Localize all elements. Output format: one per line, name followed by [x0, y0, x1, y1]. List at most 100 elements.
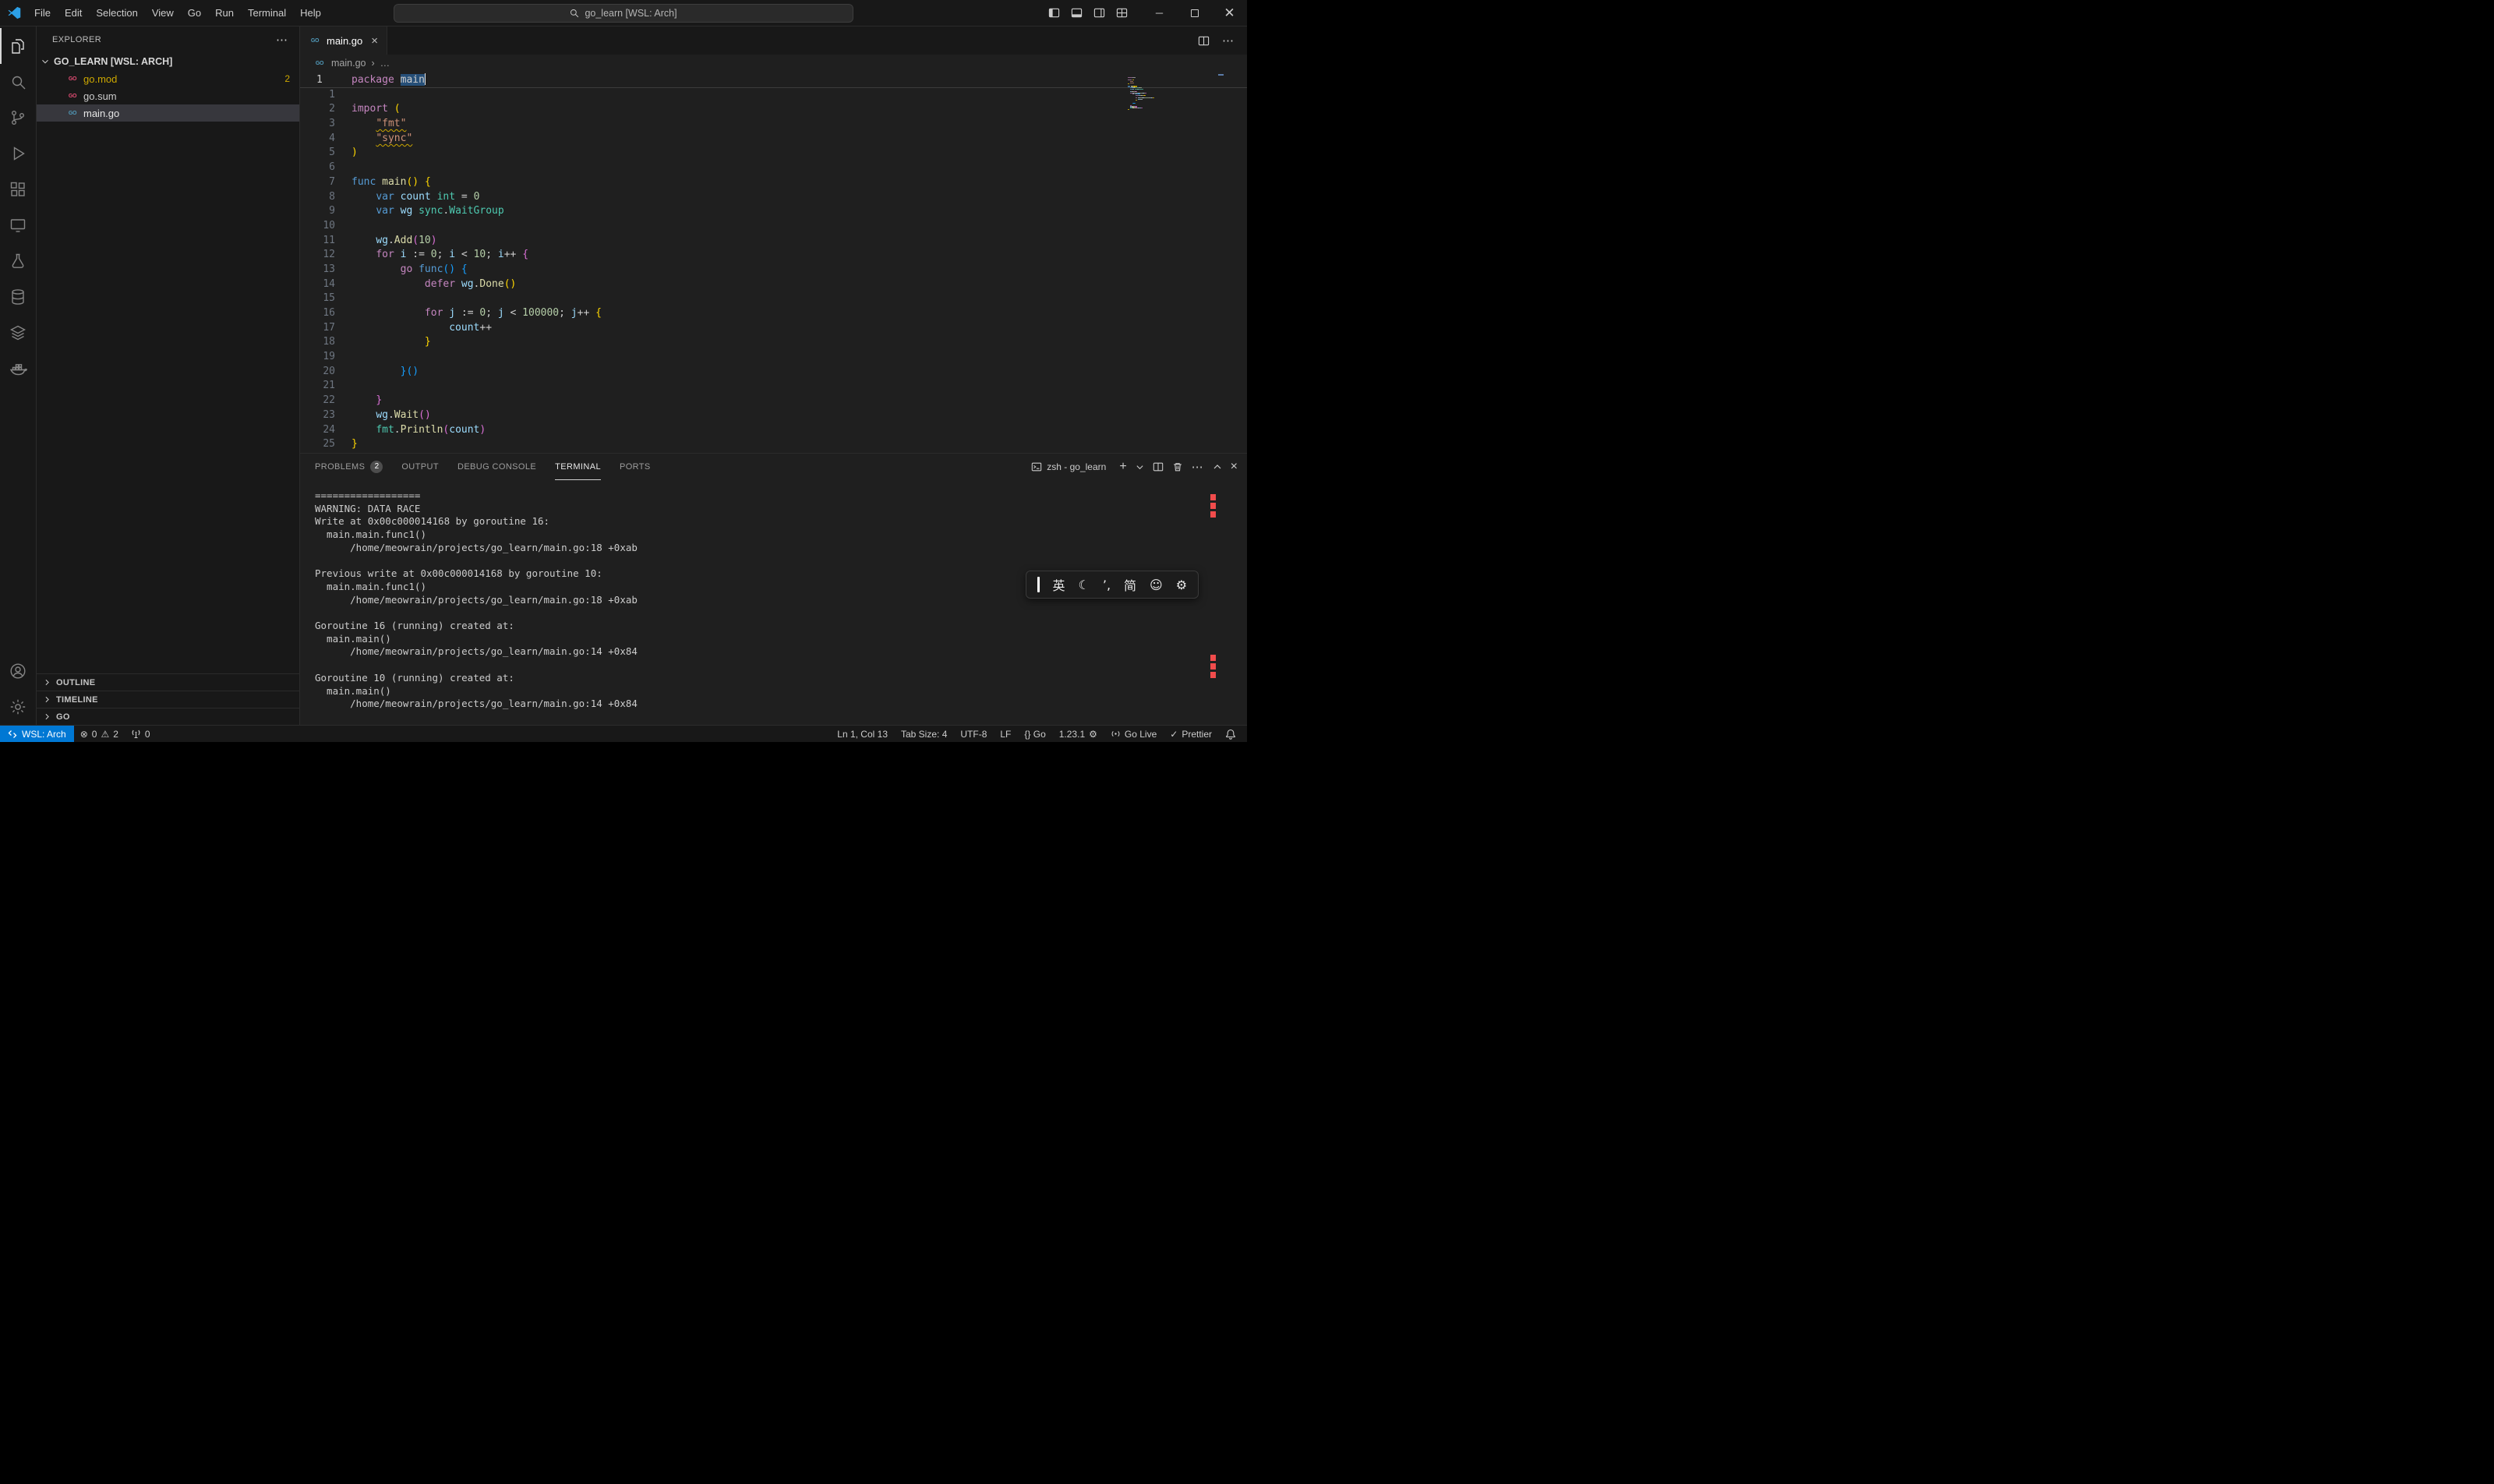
code-editor[interactable]: 1package main12import (3 "fmt"4 "sync"5)…	[300, 72, 1247, 453]
line-number[interactable]: 10	[300, 219, 335, 234]
line-number[interactable]: 18	[300, 335, 335, 350]
code-line[interactable]: 16 for j := 0; j < 100000; j++ {	[300, 306, 1247, 321]
code-line[interactable]: 24 fmt.Println(count)	[300, 423, 1247, 438]
run-and-debug-icon[interactable]	[0, 136, 36, 171]
database-icon[interactable]	[0, 279, 36, 315]
go-live-button[interactable]: Go Live	[1111, 729, 1157, 740]
settings-gear-icon[interactable]	[0, 689, 36, 725]
tab-close-icon[interactable]: ×	[371, 34, 378, 48]
split-terminal-icon[interactable]	[1153, 461, 1164, 472]
tab-main-go[interactable]: GO main.go ×	[300, 26, 387, 55]
timeline-section[interactable]: TIMELINE	[37, 691, 299, 708]
minimize-button[interactable]: ─	[1142, 0, 1177, 26]
breadcrumb-more[interactable]: …	[380, 58, 390, 69]
indentation[interactable]: Tab Size: 4	[901, 729, 947, 740]
code-line[interactable]: 23 wg.Wait()	[300, 408, 1247, 423]
line-number[interactable]: 3	[300, 117, 335, 132]
ime-emoji-icon[interactable]: ☺	[1150, 578, 1163, 592]
code-line[interactable]: 10	[300, 219, 1247, 234]
toggle-secondary-sidebar-icon[interactable]	[1093, 7, 1105, 19]
code-line[interactable]: 25}	[300, 437, 1247, 452]
tab-ports[interactable]: PORTS	[620, 454, 651, 480]
code-line[interactable]: 22 }	[300, 394, 1247, 408]
code-line[interactable]: 3 "fmt"	[300, 117, 1247, 132]
file-go-mod[interactable]: GO go.mod 2	[37, 70, 299, 87]
menu-file[interactable]: File	[27, 7, 58, 19]
layers-icon[interactable]	[0, 315, 36, 351]
line-number[interactable]: 12	[300, 248, 335, 263]
line-number[interactable]: 17	[300, 321, 335, 336]
menu-help[interactable]: Help	[293, 7, 328, 19]
line-number[interactable]: 2	[300, 102, 335, 117]
line-number[interactable]: 24	[300, 423, 335, 438]
line-number[interactable]: 19	[300, 350, 335, 365]
code-line[interactable]: 19	[300, 350, 1247, 365]
code-line[interactable]: 17 count++	[300, 321, 1247, 336]
source-control-icon[interactable]	[0, 100, 36, 136]
line-number[interactable]: 11	[300, 234, 335, 249]
line-number[interactable]: 1	[300, 73, 335, 87]
terminal-instance[interactable]: zsh - go_learn	[1031, 461, 1106, 472]
line-number[interactable]: 25	[300, 437, 335, 452]
tab-debug-console[interactable]: DEBUG CONSOLE	[457, 454, 536, 480]
file-main-go[interactable]: GO main.go	[37, 104, 299, 122]
menu-go[interactable]: Go	[181, 7, 208, 19]
code-line[interactable]: 1	[300, 88, 1247, 103]
explorer-more-actions-icon[interactable]: ⋯	[276, 33, 288, 47]
docker-icon[interactable]	[0, 351, 36, 387]
remote-indicator[interactable]: WSL: Arch	[0, 726, 74, 742]
split-editor-icon[interactable]	[1198, 35, 1210, 47]
file-go-sum[interactable]: GO go.sum	[37, 87, 299, 104]
line-number[interactable]: 23	[300, 408, 335, 423]
line-number[interactable]: 6	[300, 161, 335, 175]
breadcrumb-file[interactable]: main.go	[331, 58, 366, 69]
tab-output[interactable]: OUTPUT	[401, 454, 439, 480]
menu-selection[interactable]: Selection	[89, 7, 144, 19]
code-line[interactable]: 13 go func() {	[300, 263, 1247, 277]
accounts-icon[interactable]	[0, 653, 36, 689]
toggle-panel-icon[interactable]	[1071, 7, 1083, 19]
close-button[interactable]: ✕	[1212, 0, 1247, 26]
ime-halfwidth-moon-icon[interactable]: ☾	[1079, 578, 1090, 592]
line-number[interactable]: 8	[300, 190, 335, 205]
maximize-panel-icon[interactable]	[1213, 462, 1222, 472]
encoding[interactable]: UTF-8	[960, 729, 987, 740]
cursor-position[interactable]: Ln 1, Col 13	[837, 729, 888, 740]
prettier-status[interactable]: ✓ Prettier	[1170, 729, 1212, 740]
line-number[interactable]: 4	[300, 132, 335, 147]
command-center-search[interactable]: go_learn [WSL: Arch]	[394, 4, 853, 23]
remote-explorer-icon[interactable]	[0, 207, 36, 243]
line-number[interactable]: 20	[300, 365, 335, 380]
code-line[interactable]: 15	[300, 292, 1247, 306]
menu-view[interactable]: View	[145, 7, 181, 19]
code-line[interactable]: 4 "sync"	[300, 132, 1247, 147]
close-panel-icon[interactable]: ×	[1231, 460, 1238, 474]
line-number[interactable]: 13	[300, 263, 335, 277]
editor-more-actions-icon[interactable]: ⋯	[1222, 34, 1235, 48]
minimap[interactable]	[1128, 77, 1220, 110]
code-line[interactable]: 12 for i := 0; i < 10; i++ {	[300, 248, 1247, 263]
line-number[interactable]: 22	[300, 394, 335, 408]
ime-settings-gear-icon[interactable]: ⚙	[1176, 578, 1187, 592]
ime-simplified-toggle[interactable]: 简	[1124, 575, 1136, 594]
customize-layout-icon[interactable]	[1116, 7, 1128, 19]
menu-terminal[interactable]: Terminal	[241, 7, 293, 19]
code-line[interactable]: 14 defer wg.Done()	[300, 277, 1247, 292]
go-section[interactable]: GO	[37, 708, 299, 725]
code-line[interactable]: 9 var wg sync.WaitGroup	[300, 204, 1247, 219]
code-line[interactable]: 18 }	[300, 335, 1247, 350]
code-line[interactable]: 8 var count int = 0	[300, 190, 1247, 205]
line-number[interactable]: 21	[300, 379, 335, 394]
panel-more-actions-icon[interactable]: ⋯	[1192, 460, 1204, 474]
notifications-bell-icon[interactable]	[1225, 729, 1236, 740]
menu-run[interactable]: Run	[208, 7, 241, 19]
maximize-button[interactable]	[1177, 0, 1212, 26]
code-line[interactable]: 2import (	[300, 102, 1247, 117]
language-mode[interactable]: {} Go	[1024, 729, 1045, 740]
testing-icon[interactable]	[0, 243, 36, 279]
line-number[interactable]: 15	[300, 292, 335, 306]
tab-problems[interactable]: PROBLEMS 2	[315, 454, 383, 480]
code-line[interactable]: 6	[300, 161, 1247, 175]
line-number[interactable]: 9	[300, 204, 335, 219]
ports-status[interactable]: 0	[125, 729, 157, 740]
